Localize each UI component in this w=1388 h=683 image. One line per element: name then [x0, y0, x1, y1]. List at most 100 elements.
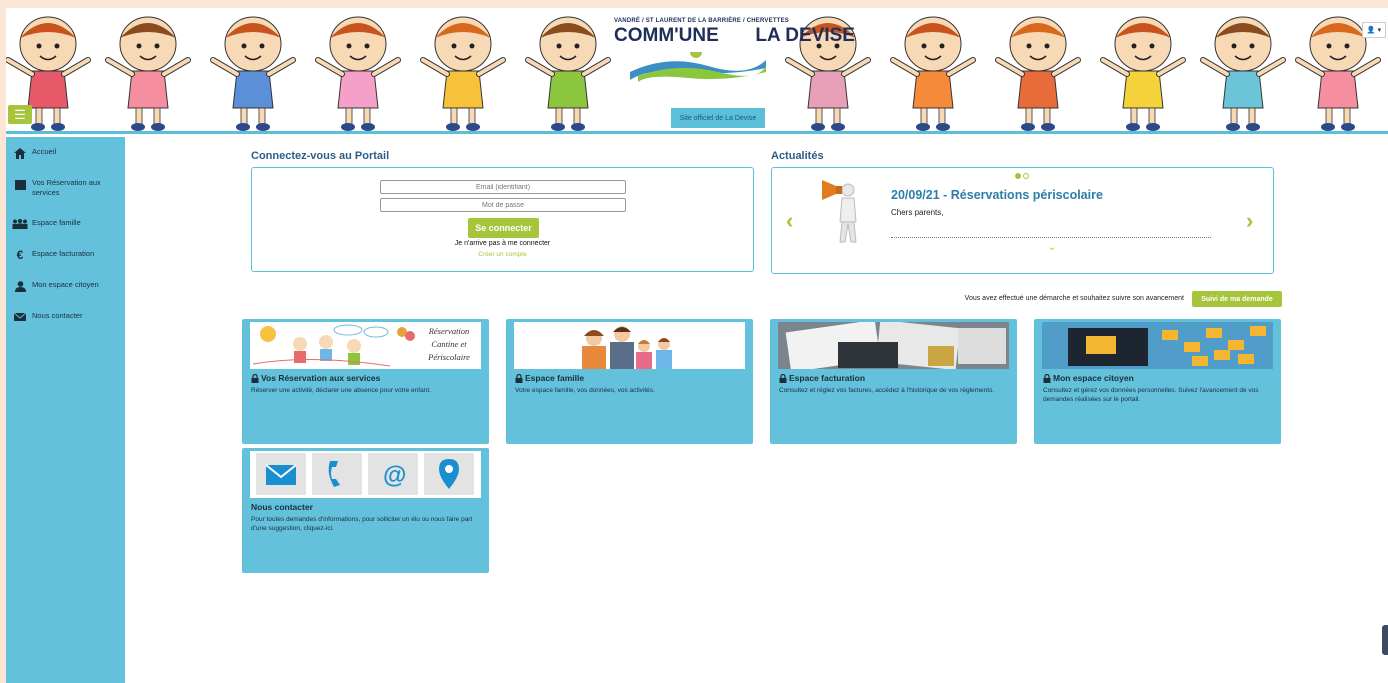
email-photo-icon [1042, 322, 1273, 369]
sidebar-item-citoyen[interactable]: Mon espace citoyen [6, 276, 125, 307]
caption-line-3: Périscolaire [428, 352, 470, 362]
lock-icon [1043, 373, 1051, 383]
sidebar-item-facturation[interactable]: € Espace facturation [6, 245, 125, 276]
page: VANDRÉ / ST LAURENT DE LA BARRIÈRE / CHE… [6, 8, 1388, 683]
person-icon [12, 280, 28, 292]
caption-line-2: Cantine et [431, 339, 467, 349]
connect-button[interactable]: Se connecter [468, 218, 539, 238]
logo-swoosh-icon [630, 52, 766, 82]
kid-figure [890, 16, 976, 131]
sidebar-item-label: Nous contacter [32, 311, 83, 320]
tile-image-facturation [778, 322, 1009, 369]
tile-title-text: Nous contacter [251, 502, 313, 512]
user-menu-button[interactable]: 👤 ▾ [1362, 22, 1386, 38]
tile-title: Nous contacter [251, 502, 313, 512]
commune-logo[interactable]: VANDRÉ / ST LAURENT DE LA BARRIÈRE / CHE… [614, 18, 855, 92]
svg-text:@: @ [383, 462, 406, 489]
lock-icon [779, 373, 787, 383]
tile-contact[interactable]: @ Nous contacter Pour toutes demandes d'… [242, 448, 489, 573]
tile-image-citoyen [1042, 322, 1273, 369]
tile-facturation[interactable]: Espace facturation Consultez et réglez v… [770, 319, 1017, 444]
tile-description: Consultez et gérez vos données personnel… [1043, 387, 1259, 403]
tile-citoyen[interactable]: Mon espace citoyen Consultez et gérez vo… [1034, 319, 1281, 444]
carousel-dot-2[interactable] [1023, 173, 1029, 179]
tile-title: Mon espace citoyen [1043, 373, 1134, 383]
logo-top-text: VANDRÉ / ST LAURENT DE LA BARRIÈRE / CHE… [614, 18, 789, 24]
sidebar-item-label: Mon espace citoyen [32, 280, 99, 289]
family-icon [12, 218, 28, 230]
sidebar-item-label: Vos Réservation aux services [32, 178, 101, 197]
tile-title-text: Espace famille [525, 373, 585, 383]
kid-figure [1100, 16, 1186, 131]
kid-figure [420, 16, 506, 131]
site-official-button[interactable]: Site officiel de La Devise [671, 108, 765, 128]
euro-icon: € [16, 248, 24, 262]
email-input[interactable] [380, 180, 626, 194]
sidebar-item-famille[interactable]: Espace famille [6, 214, 125, 245]
sidebar-item-reservation[interactable]: Vos Réservation aux services [6, 174, 125, 214]
hamburger-icon: ☰ [14, 106, 26, 122]
carousel-dot-1[interactable] [1015, 173, 1021, 179]
megaphone-person-icon [822, 180, 857, 243]
login-box: Se connecter Je n'arrive pas à me connec… [251, 167, 754, 272]
kid-figure [315, 16, 401, 131]
calendar-icon [12, 178, 28, 190]
carousel-next-button[interactable]: › [1246, 208, 1253, 234]
tile-description: Réserver une activité, déclarer une abse… [251, 387, 431, 394]
sidebar-item-label: Accueil [32, 147, 57, 156]
menu-toggle-button[interactable]: ☰ [8, 105, 32, 124]
lock-icon [515, 373, 523, 383]
tile-title: Espace famille [515, 373, 584, 383]
tile-image-famille [514, 322, 745, 369]
contact-icons: @ [256, 453, 474, 495]
lock-icon [251, 373, 259, 383]
sidebar-item-label: Espace famille [32, 218, 81, 227]
logo-main-right: LA DEVISE [755, 25, 855, 46]
carousel-prev-button[interactable]: ‹ [786, 208, 793, 234]
tracking-text: Vous avez effectué une démarche et souha… [964, 295, 1184, 302]
side-widget-tab[interactable] [1382, 625, 1388, 655]
news-item-truncated [891, 237, 1211, 241]
tile-title-text: Espace facturation [789, 373, 866, 383]
tile-title: Vos Réservation aux services [251, 373, 380, 383]
cant-connect-link[interactable]: Je n'arrive pas à me connecter [252, 240, 753, 247]
kid-figure [525, 16, 611, 131]
tile-image-reservation: Réservation Cantine et Périscolaire [250, 322, 481, 369]
carousel-dots [1015, 173, 1029, 179]
family-photo-icon [582, 326, 672, 369]
invoice-photo-icon [778, 322, 1009, 369]
tile-description: Votre espace famille, vos données, vos a… [515, 387, 655, 394]
tile-image-contact: @ [250, 451, 481, 498]
caption-line-1: Réservation [428, 326, 470, 336]
tile-title: Espace facturation [779, 373, 865, 383]
envelope-icon [12, 311, 28, 323]
sidebar-item-label: Espace facturation [32, 249, 95, 258]
track-request-button[interactable]: Suivi de ma demande [1192, 291, 1282, 307]
chevron-down-icon[interactable]: ⌄ [1048, 242, 1056, 253]
password-input[interactable] [380, 198, 626, 212]
tile-image-caption: Réservation Cantine et Périscolaire [418, 325, 480, 364]
logo-main-left: COMM'UNE [614, 25, 719, 46]
news-carousel: ‹ › 20/09/21 - Réservations périscolaire… [771, 167, 1274, 274]
tile-description: Pour toutes demandes d'informations, pou… [251, 516, 473, 532]
kid-figure [210, 16, 296, 131]
tile-description: Consultez et réglez vos factures, accéde… [779, 387, 995, 394]
sidebar-item-accueil[interactable]: Accueil [6, 143, 125, 174]
user-icon: 👤 [1366, 27, 1376, 34]
news-section-title: Actualités [771, 150, 824, 162]
news-item-text: Chers parents, [891, 208, 944, 217]
tile-famille[interactable]: Espace famille Votre espace famille, vos… [506, 319, 753, 444]
kid-figure [1200, 16, 1286, 131]
home-icon [12, 147, 28, 159]
create-account-link[interactable]: Créer un compte [252, 251, 753, 258]
sidebar-item-contact[interactable]: Nous contacter [6, 307, 125, 338]
tile-reservation[interactable]: Réservation Cantine et Périscolaire Vos … [242, 319, 489, 444]
news-item-title[interactable]: 20/09/21 - Réservations périscolaire [891, 188, 1103, 202]
tile-title-text: Mon espace citoyen [1053, 373, 1134, 383]
caret-down-icon: ▾ [1377, 27, 1382, 34]
tile-title-text: Vos Réservation aux services [261, 373, 381, 383]
login-section-title: Connectez-vous au Portail [251, 150, 390, 162]
logo-main-text: COMM'UNE LA DEVISE [614, 25, 855, 47]
kid-figure [995, 16, 1081, 131]
header-banner: VANDRÉ / ST LAURENT DE LA BARRIÈRE / CHE… [6, 8, 1388, 134]
